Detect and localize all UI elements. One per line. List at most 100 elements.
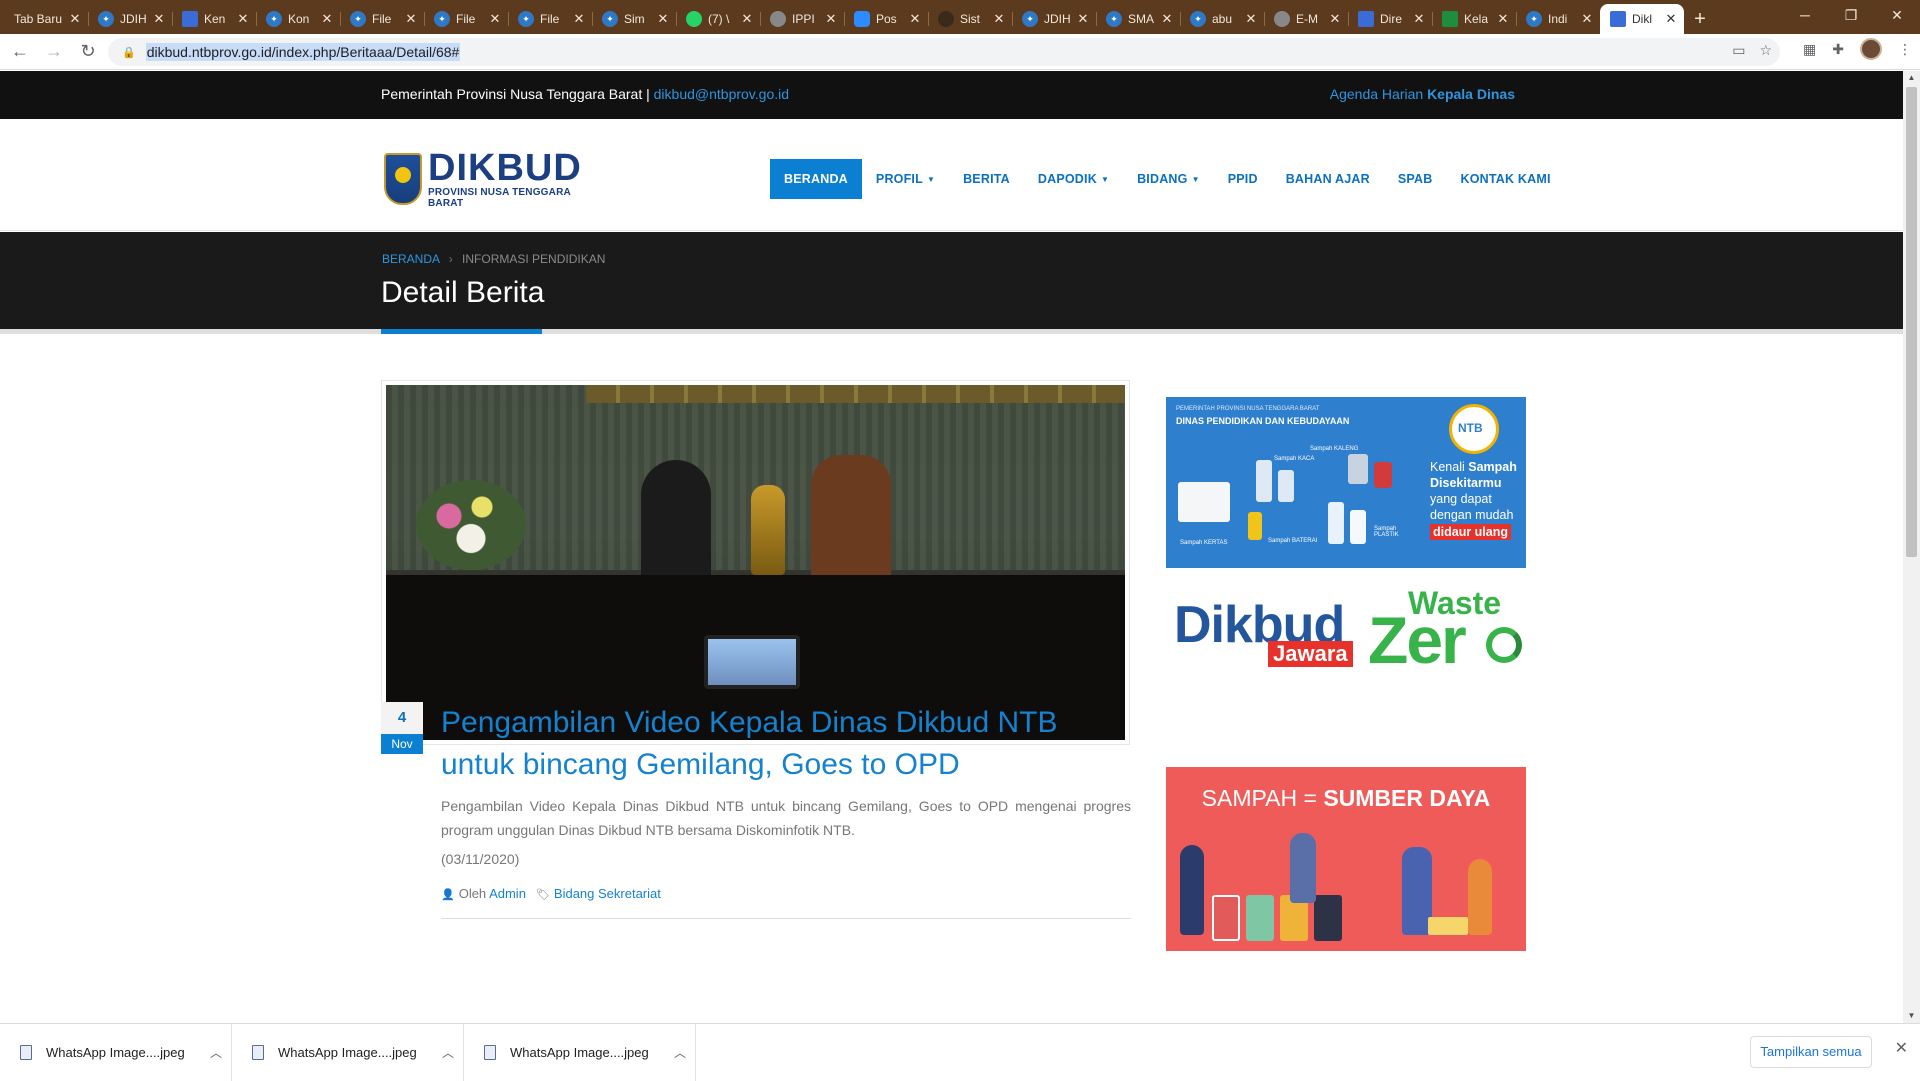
browser-tab[interactable]: Dire ✕ <box>1348 4 1432 34</box>
menu-kebab-icon[interactable]: ⋮ <box>1898 41 1912 58</box>
browser-tab[interactable]: ✦ SMA ✕ <box>1096 4 1180 34</box>
page-scrollbar[interactable]: ▲ ▼ <box>1903 71 1920 1023</box>
tab-close-icon[interactable]: ✕ <box>1076 11 1090 27</box>
download-item[interactable]: WhatsApp Image....jpeg ︿ <box>0 1024 232 1081</box>
site-logo[interactable]: DIKBUD PROVINSI NUSA TENGGARA BARAT <box>384 147 594 209</box>
tab-strip: Tab Baru ✕ ✦ JDIH ✕ Ken ✕ ✦ Kon ✕ ✦ File ✕ ✦ File… <box>0 0 1920 34</box>
email-link[interactable]: dikbud@ntbprov.go.id <box>654 86 789 102</box>
download-item[interactable]: WhatsApp Image....jpeg ︿ <box>464 1024 696 1081</box>
browser-tab[interactable]: (7) \ ✕ <box>676 4 760 34</box>
scrollbar-thumb[interactable] <box>1906 87 1917 557</box>
browser-tab[interactable]: ✦ File ✕ <box>424 4 508 34</box>
address-bar[interactable]: 🔒 dikbud.ntbprov.go.id/index.php/Beritaa… <box>108 38 1780 66</box>
globe-icon: ✦ <box>1106 11 1122 27</box>
tab-close-icon[interactable]: ✕ <box>992 11 1006 27</box>
logo-subtitle: PROVINSI NUSA TENGGARA BARAT <box>428 187 571 209</box>
close-window-icon[interactable]: ✕ <box>1874 0 1920 30</box>
browser-tab[interactable]: ✦ JDIH ✕ <box>1012 4 1096 34</box>
cast-icon[interactable]: ▭ <box>1732 42 1745 59</box>
scroll-down-arrow-icon[interactable]: ▼ <box>1903 1009 1920 1023</box>
tab-close-icon[interactable]: ✕ <box>1328 11 1342 27</box>
browser-tab[interactable]: E-M ✕ <box>1264 4 1348 34</box>
nav-item-berita[interactable]: BERITA <box>949 159 1024 199</box>
tab-close-icon[interactable]: ✕ <box>1664 11 1678 27</box>
browser-tab[interactable]: ✦ abu ✕ <box>1180 4 1264 34</box>
browser-tab[interactable]: ✦ File ✕ <box>508 4 592 34</box>
calendar-icon[interactable]: ▦ <box>1803 41 1816 58</box>
photo-person-left <box>641 460 711 590</box>
new-tab-button[interactable]: + <box>1684 4 1716 34</box>
tag-icon: 🏷 <box>535 889 550 901</box>
chevron-up-icon[interactable]: ︿ <box>433 1044 463 1061</box>
tab-close-icon[interactable]: ✕ <box>740 11 754 27</box>
chevron-up-icon[interactable]: ︿ <box>201 1044 231 1061</box>
nav-item-ppid[interactable]: PPID <box>1214 159 1272 199</box>
category-meta: 🏷 Bidang Sekretariat <box>536 886 661 901</box>
logo-name: DIKBUD <box>428 147 582 189</box>
banner-dikbud-jawara-waste-zero[interactable]: Dikbud Jawara Waste Zer <box>1166 585 1526 675</box>
tab-close-icon[interactable]: ✕ <box>1160 11 1174 27</box>
restore-icon[interactable]: ❐ <box>1828 0 1874 30</box>
nav-label: BERANDA <box>784 172 848 186</box>
forward-arrow-icon[interactable]: → <box>40 38 68 66</box>
category-link[interactable]: Bidang Sekretariat <box>554 886 661 901</box>
tab-close-icon[interactable]: ✕ <box>404 11 418 27</box>
can-illustration <box>1348 454 1368 484</box>
bin-red-icon <box>1212 895 1240 941</box>
browser-tab-active[interactable]: Dikl ✕ <box>1600 4 1684 34</box>
extensions-puzzle-icon[interactable]: ✚ <box>1832 41 1844 58</box>
banner-kenali-sampah[interactable]: PEMERINTAH PROVINSI NUSA TENGGARA BARAT … <box>1166 397 1526 568</box>
reload-icon[interactable]: ↻ <box>74 38 102 66</box>
banner-sampah-sumber-daya[interactable]: SAMPAH = SUMBER DAYA <box>1166 767 1526 951</box>
tab-close-icon[interactable]: ✕ <box>152 11 166 27</box>
browser-tab[interactable]: Pos ✕ <box>844 4 928 34</box>
chevron-up-icon[interactable]: ︿ <box>665 1044 695 1061</box>
browser-tab[interactable]: ✦ Indi ✕ <box>1516 4 1600 34</box>
tab-close-icon[interactable]: ✕ <box>656 11 670 27</box>
browser-tab[interactable]: Ken ✕ <box>172 4 256 34</box>
nav-item-profil[interactable]: PROFIL ▼ <box>862 159 949 199</box>
tab-close-icon[interactable]: ✕ <box>488 11 502 27</box>
tab-close-icon[interactable]: ✕ <box>236 11 250 27</box>
browser-tab[interactable]: Kela ✕ <box>1432 4 1516 34</box>
nav-item-bahan-ajar[interactable]: BAHAN AJAR <box>1272 159 1384 199</box>
tab-close-icon[interactable]: ✕ <box>572 11 586 27</box>
browser-tab[interactable]: IPPI ✕ <box>760 4 844 34</box>
article-title[interactable]: Pengambilan Video Kepala Dinas Dikbud NT… <box>441 702 1131 786</box>
browser-tab[interactable]: Tab Baru ✕ <box>4 4 88 34</box>
minimize-icon[interactable]: ─ <box>1782 0 1828 30</box>
browser-tab[interactable]: ✦ File ✕ <box>340 4 424 34</box>
browser-tab[interactable]: Sist ✕ <box>928 4 1012 34</box>
tab-close-icon[interactable]: ✕ <box>824 11 838 27</box>
author-link[interactable]: Admin <box>489 886 526 901</box>
bookmark-star-icon[interactable]: ☆ <box>1759 42 1772 59</box>
tab-close-icon[interactable]: ✕ <box>1496 11 1510 27</box>
tab-close-icon[interactable]: ✕ <box>1580 11 1594 27</box>
profile-avatar[interactable] <box>1860 38 1882 60</box>
tab-close-icon[interactable]: ✕ <box>68 11 82 27</box>
author-meta: 👤 Oleh Admin <box>441 886 526 901</box>
tab-title: Kela <box>1464 12 1489 26</box>
breadcrumb-home-link[interactable]: BERANDA <box>382 252 439 266</box>
download-filename: WhatsApp Image....jpeg <box>278 1045 417 1060</box>
browser-tab[interactable]: ✦ Kon ✕ <box>256 4 340 34</box>
nav-item-kontak-kami[interactable]: KONTAK KAMI <box>1446 159 1564 199</box>
nav-item-spab[interactable]: SPAB <box>1384 159 1447 199</box>
browser-tab[interactable]: ✦ JDIH ✕ <box>88 4 172 34</box>
tab-close-icon[interactable]: ✕ <box>320 11 334 27</box>
nav-item-dapodik[interactable]: DAPODIK ▼ <box>1024 159 1123 199</box>
tab-close-icon[interactable]: ✕ <box>908 11 922 27</box>
nav-item-bidang[interactable]: BIDANG ▼ <box>1123 159 1214 199</box>
nav-item-beranda[interactable]: BERANDA <box>770 159 862 199</box>
close-shelf-icon[interactable]: ✕ <box>1895 1038 1908 1058</box>
tab-close-icon[interactable]: ✕ <box>1412 11 1426 27</box>
url-text[interactable]: dikbud.ntbprov.go.id/index.php/Beritaaa/… <box>145 43 461 61</box>
download-shelf: WhatsApp Image....jpeg ︿ WhatsApp Image.… <box>0 1023 1920 1081</box>
download-item[interactable]: WhatsApp Image....jpeg ︿ <box>232 1024 464 1081</box>
agenda-link[interactable]: Agenda Harian Kepala Dinas <box>1330 86 1515 102</box>
back-arrow-icon[interactable]: ← <box>6 38 34 66</box>
tab-close-icon[interactable]: ✕ <box>1244 11 1258 27</box>
browser-tab[interactable]: ✦ Sim ✕ <box>592 4 676 34</box>
scroll-up-arrow-icon[interactable]: ▲ <box>1903 71 1920 85</box>
show-all-downloads-button[interactable]: Tampilkan semua <box>1750 1036 1872 1068</box>
